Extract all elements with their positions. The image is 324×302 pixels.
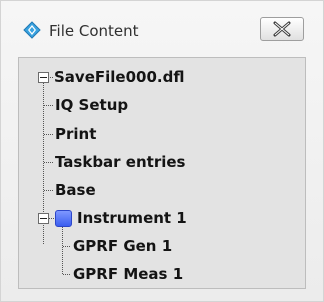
close-button[interactable] xyxy=(260,17,304,41)
root-collapse-toggle[interactable] xyxy=(38,72,49,83)
tree-node-print[interactable]: Print xyxy=(55,125,96,143)
tree-node-gprf-gen-1[interactable]: GPRF Gen 1 xyxy=(73,237,172,255)
instrument-collapse-toggle[interactable] xyxy=(38,213,49,224)
file-content-tree: SaveFile000.dfl IQ Setup Print Taskbar e… xyxy=(18,57,306,289)
dialog-title: File Content xyxy=(49,22,139,40)
file-content-dialog: File Content SaveFile000.dfl IQ Setup Pr… xyxy=(0,0,324,302)
tree-connector-lines xyxy=(43,77,71,275)
diamond-arrows-icon xyxy=(23,21,41,39)
tree-node-base[interactable]: Base xyxy=(55,181,96,199)
tree-node-gprf-meas-1[interactable]: GPRF Meas 1 xyxy=(73,265,183,283)
tree-node-iq-setup[interactable]: IQ Setup xyxy=(55,96,128,114)
title-bar: File Content xyxy=(1,1,323,55)
tree-root-node[interactable]: SaveFile000.dfl xyxy=(54,68,184,86)
close-x-icon xyxy=(273,21,291,37)
tree-node-instrument-1[interactable]: Instrument 1 xyxy=(77,209,187,227)
tree-node-taskbar-entries[interactable]: Taskbar entries xyxy=(55,153,185,171)
instrument-icon xyxy=(55,210,72,227)
